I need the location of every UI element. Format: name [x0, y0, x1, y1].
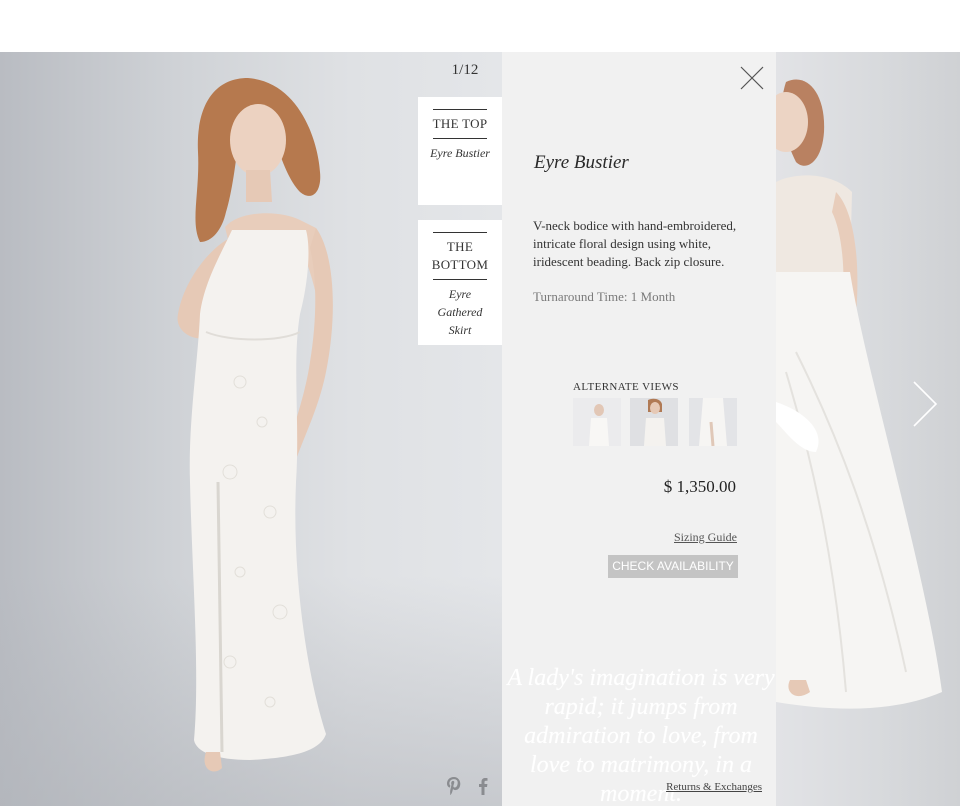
- alternate-views-label: Alternate Views: [573, 381, 679, 393]
- alternate-view-thumbnail-1[interactable]: [573, 398, 621, 446]
- top-bar: [0, 0, 960, 52]
- gallery-counter: 1/12: [451, 62, 479, 78]
- product-title: Eyre Bustier: [534, 152, 629, 173]
- close-icon[interactable]: [740, 66, 764, 90]
- product-detail-panel: Eyre Bustier V-neck bodice with hand-emb…: [502, 52, 776, 806]
- outfit-part-label: THE TOP: [432, 116, 488, 131]
- check-availability-button[interactable]: CHECK AVAILABILITY: [608, 555, 738, 578]
- next-model-illustration: [776, 79, 942, 709]
- product-description: V-neck bodice with hand-embroidered, int…: [533, 218, 737, 269]
- alternate-view-thumbnail-2[interactable]: [630, 398, 678, 446]
- next-product-photo: [776, 52, 960, 806]
- outfit-item-name: Eyre Bustier: [430, 146, 490, 160]
- alternate-view-thumbnail-3[interactable]: [689, 398, 737, 446]
- outfit-part-label: THE BOTTOM: [431, 239, 489, 272]
- product-price: $ 1,350.00: [663, 477, 736, 496]
- returns-exchanges-link[interactable]: Returns & Exchanges: [666, 781, 762, 793]
- sizing-guide-link[interactable]: Sizing Guide: [674, 530, 737, 545]
- chevron-right-icon[interactable]: [910, 380, 940, 428]
- turnaround-time: Turnaround Time: 1 Month: [533, 289, 676, 304]
- facebook-icon[interactable]: [474, 776, 492, 796]
- outfit-card-top[interactable]: THE TOP Eyre Bustier: [418, 97, 502, 205]
- outfit-card-bottom[interactable]: THE BOTTOM Eyre Gathered Skirt: [418, 220, 502, 345]
- pinterest-icon[interactable]: [445, 776, 463, 796]
- outfit-item-name: Eyre Gathered Skirt: [437, 287, 483, 337]
